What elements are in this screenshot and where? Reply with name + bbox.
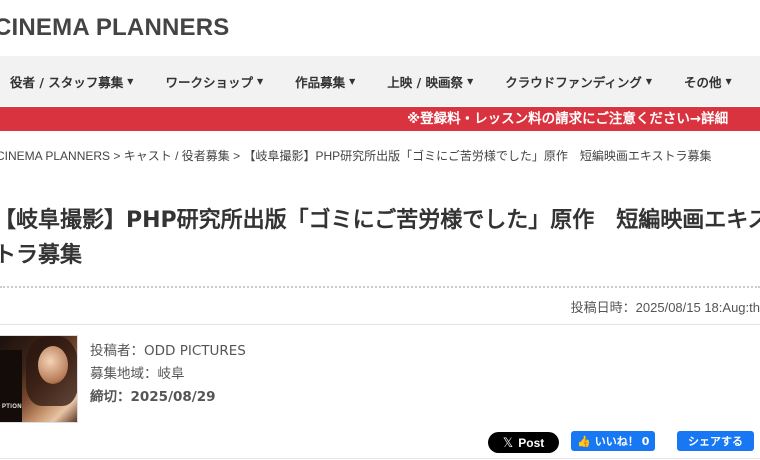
article-meta: 投稿者：ODD PICTURES 募集地域：岐阜 締切：2025/08/29 [90,340,246,409]
nav-item-other[interactable]: その他 ▼ [684,72,732,91]
x-post-label: Post [518,435,545,450]
warning-text[interactable]: ※登録料・レッスン料の請求にご注意ください→詳細 [407,107,728,131]
caret-down-icon: ▼ [349,76,356,86]
recruit-region: 募集地域：岐阜 [90,366,185,382]
nav-label: クラウドファンディング [505,74,642,90]
caret-down-icon: ▼ [725,76,732,86]
breadcrumb-current: 【岐阜撮影】PHP研究所出版「ゴミにご苦労様でした」原作 短編映画エキストラ募集 [243,149,712,163]
main-nav: 役者 / スタッフ募集 ▼ ワークショップ ▼ 作品募集 ▼ 上映 / 映画祭 ▼ クラ… [0,56,760,106]
nav-label: その他 [684,74,722,90]
facebook-share-button[interactable]: シェアする [677,431,754,451]
nav-item-works[interactable]: 作品募集 ▼ [295,72,355,91]
caret-down-icon: ▼ [467,76,474,86]
nav-item-workshop[interactable]: ワークショップ ▼ [165,72,263,91]
thumbnail-figure [0,350,22,422]
poster-name: 投稿者：ODD PICTURES [90,343,246,359]
nav-item-crowdfunding[interactable]: クラウドファンディング ▼ [505,72,652,91]
site-logo[interactable]: CINEMA PLANNERS [0,14,229,42]
article-thumbnail[interactable]: PTION [0,336,77,422]
thumbs-up-icon: 👍 [577,434,591,448]
page-title: 【岐阜撮影】PHP研究所出版「ゴミにご苦労様でした」原作 短編映画エキストラ募集 [0,208,760,268]
nav-item-screening[interactable]: 上映 / 映画祭 ▼ [387,72,473,91]
breadcrumb-category[interactable]: キャスト / 役者募集 [124,149,230,163]
nav-label: 役者 / スタッフ募集 [10,74,124,90]
deadline: 締切：2025/08/29 [90,389,216,405]
like-label: いいね！ [594,435,639,448]
divider [0,286,760,288]
caret-down-icon: ▼ [256,76,264,86]
caret-down-icon: ▼ [645,76,653,86]
caret-down-icon: ▼ [127,76,134,86]
like-button-body[interactable]: 👍 いいね！ 0 [571,431,656,451]
facebook-like-button[interactable]: 👍 いいね！ 0 [571,431,656,451]
divider [0,324,760,325]
nav-label: 上映 / 映画祭 [387,74,464,90]
nav-item-cast-staff[interactable]: 役者 / スタッフ募集 ▼ [10,72,133,91]
share-label: シェアする [688,435,743,448]
breadcrumb-separator: > [233,149,241,163]
warning-banner[interactable]: ※登録料・レッスン料の請求にご注意ください→詳細 [0,107,760,131]
nav-label: ワークショップ [165,74,253,90]
breadcrumb: CINEMA PLANNERS > キャスト / 役者募集 > 【岐阜撮影】PH… [0,147,712,164]
posted-date: 投稿日時：2025/08/15 18:Aug:th [570,300,760,315]
x-post-button[interactable]: 𝕏 Post [488,432,559,453]
nav-label: 作品募集 [295,74,346,90]
thumbnail-face [38,346,68,384]
divider [0,458,760,459]
breadcrumb-separator: > [113,149,121,163]
x-logo-icon: 𝕏 [502,434,514,450]
breadcrumb-home[interactable]: CINEMA PLANNERS [0,149,110,163]
like-count: 0 [641,434,650,448]
thumbnail-caption: PTION [2,404,22,410]
